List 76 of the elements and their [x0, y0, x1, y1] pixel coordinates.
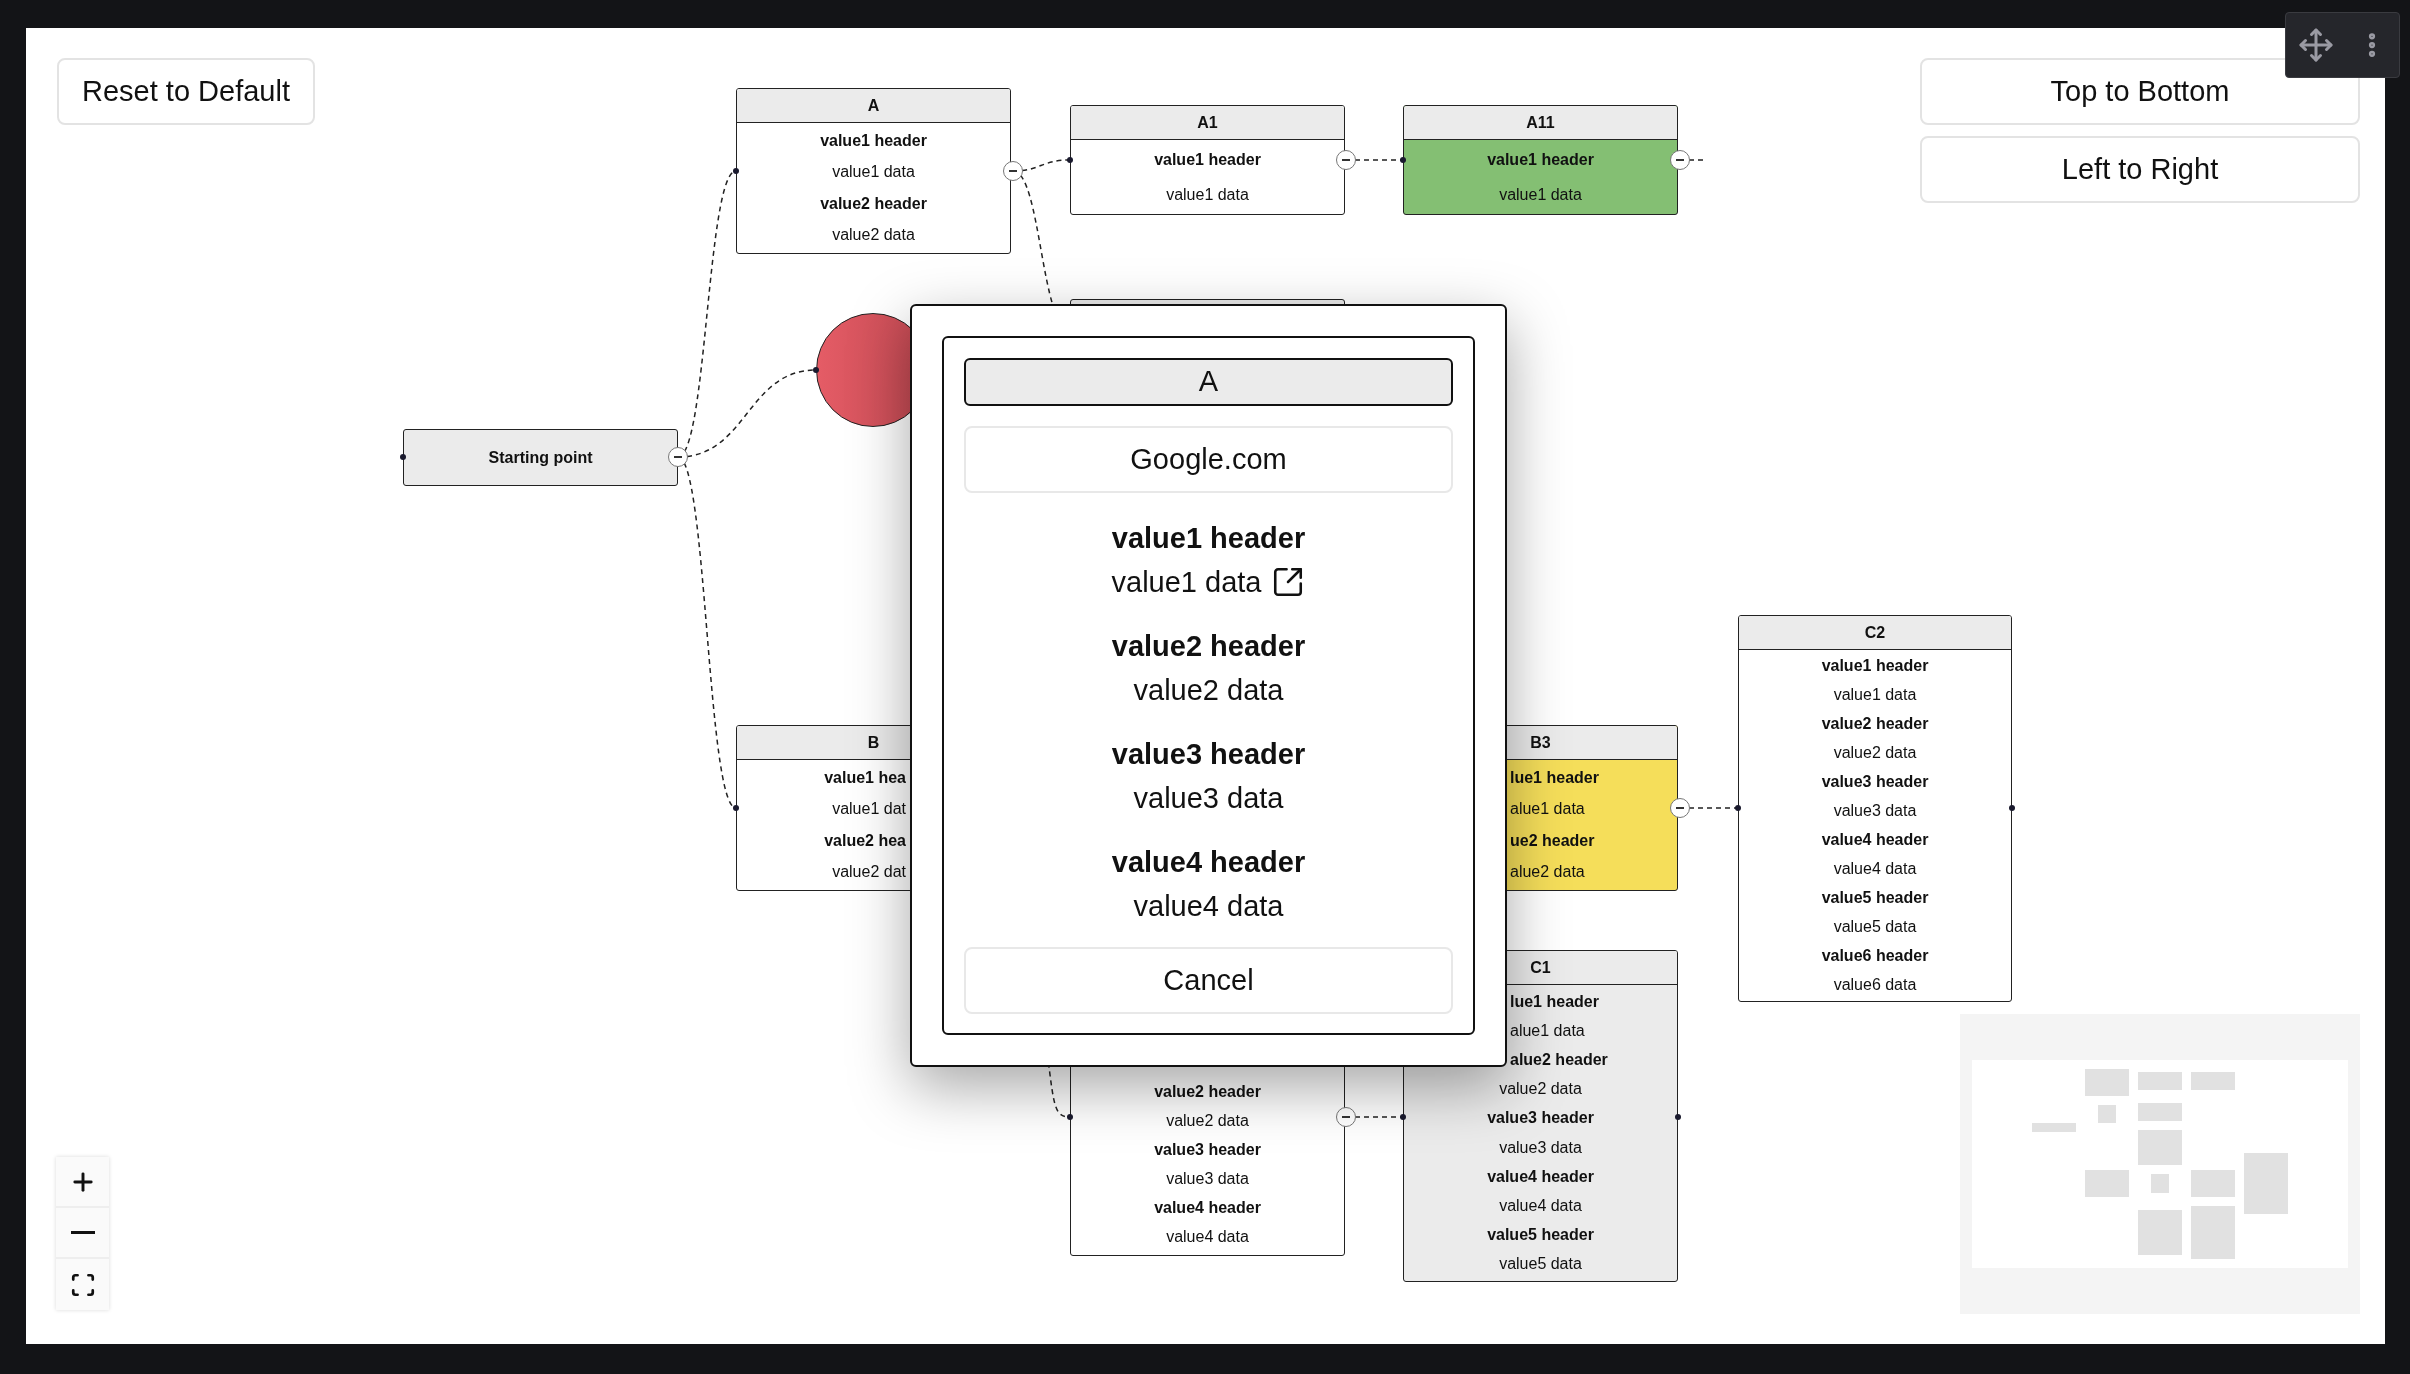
- node-row-text: value4 data: [1499, 1196, 1582, 1216]
- link-button[interactable]: Google.com: [964, 426, 1453, 493]
- node-row-text: value1 hea: [824, 767, 906, 788]
- node-row-text: value1 dat: [832, 799, 906, 820]
- field-value: value3 data: [1133, 781, 1284, 816]
- node-title: A11: [1404, 106, 1677, 140]
- node-row-text: value5 header: [1487, 1225, 1594, 1246]
- node-row-text: value2 header: [1821, 714, 1929, 735]
- field-header: value3 header: [1111, 737, 1306, 772]
- node-title: A: [737, 89, 1010, 123]
- field-header: value1 header: [1111, 521, 1306, 556]
- node-row-text: value3 data: [1166, 1168, 1249, 1189]
- node-row-text: value5 data: [1833, 916, 1917, 937]
- node-row-text: value4 data: [1833, 858, 1917, 879]
- node-row-text: value2 data: [1166, 1110, 1249, 1131]
- node-row-text: value5 data: [1499, 1254, 1582, 1275]
- minus-icon: [1009, 170, 1017, 172]
- node-row-text: alue2 header: [1510, 1050, 1608, 1070]
- node-row-text: value1 data: [1166, 184, 1249, 205]
- collapse-handle[interactable]: [1336, 1107, 1356, 1127]
- minus-icon: [1342, 1116, 1350, 1118]
- collapse-handle[interactable]: [1336, 150, 1356, 170]
- minus-icon: [1342, 159, 1350, 161]
- minus-icon: [70, 1231, 95, 1234]
- collapse-handle[interactable]: [1670, 798, 1690, 818]
- node-row-text: value1 header: [820, 130, 927, 151]
- node-row-text: value6 data: [1833, 974, 1917, 995]
- minus-icon: [1676, 807, 1684, 809]
- node-row-text: value2 hea: [824, 830, 906, 851]
- node-row-text: value3 header: [1821, 772, 1929, 793]
- node-row-text: lue1 header: [1510, 991, 1599, 1012]
- start-node: Starting point: [403, 429, 678, 486]
- node-row-text: value4 header: [1487, 1166, 1594, 1187]
- node-row-text: lue1 header: [1510, 767, 1599, 788]
- minus-icon: [1676, 159, 1684, 161]
- node-row-text: alue1 data: [1510, 799, 1585, 820]
- node-row-text: value6 header: [1821, 945, 1929, 966]
- reset-button[interactable]: Reset to Default: [57, 58, 315, 125]
- field-value: value4 data: [1133, 889, 1284, 924]
- node-row-text: value3 header: [1487, 1108, 1594, 1129]
- node-row-text: value2 data: [1499, 1079, 1582, 1100]
- node-row-text: ue2 header: [1510, 830, 1595, 851]
- node-row-text: value3 data: [1833, 801, 1917, 822]
- node-row-text: value2 data: [832, 225, 915, 246]
- node-title: A1: [1071, 106, 1344, 140]
- node-row-text: value4 header: [1821, 830, 1929, 850]
- node-row-text: value4 header: [1154, 1197, 1261, 1218]
- node-row-text: value3 header: [1154, 1139, 1261, 1160]
- node-row-text: value3 data: [1499, 1137, 1582, 1158]
- field-header: value4 header: [1111, 845, 1306, 880]
- field-value: value2 data: [1133, 673, 1284, 708]
- node-row-text: value1 header: [1154, 149, 1261, 170]
- node-row-text: alue1 data: [1510, 1020, 1585, 1041]
- node-row-text: value2 header: [820, 193, 927, 214]
- node-row-text: value2 header: [1154, 1081, 1261, 1102]
- dialog-title: A: [964, 358, 1453, 406]
- node-row-text: value1 header: [1821, 656, 1929, 677]
- field-value: value1 data: [1111, 565, 1262, 600]
- node-row-text: alue2 data: [1510, 862, 1585, 883]
- node-row-text: value1 header: [1487, 149, 1594, 170]
- node-row-text: value1 data: [832, 162, 915, 183]
- cancel-button[interactable]: Cancel: [964, 947, 1453, 1014]
- collapse-handle[interactable]: [1670, 150, 1690, 170]
- minus-icon: [674, 456, 682, 458]
- move-icon[interactable]: [2297, 27, 2334, 63]
- node-title: C2: [1739, 616, 2011, 650]
- layout-button[interactable]: Left to Right: [1920, 136, 2360, 203]
- node-row-text: value2 data: [1833, 743, 1917, 764]
- field-header: value2 header: [1111, 629, 1306, 664]
- fit-view-icon: [69, 1271, 96, 1298]
- node-row-text: value2 dat: [832, 862, 906, 883]
- node-row-text: value1 data: [1833, 685, 1917, 706]
- node-row-text: value1 data: [1499, 184, 1582, 205]
- layout-button[interactable]: Top to Bottom: [1920, 58, 2360, 125]
- node-row-text: value4 data: [1166, 1226, 1249, 1247]
- node-row-text: value5 header: [1821, 887, 1929, 908]
